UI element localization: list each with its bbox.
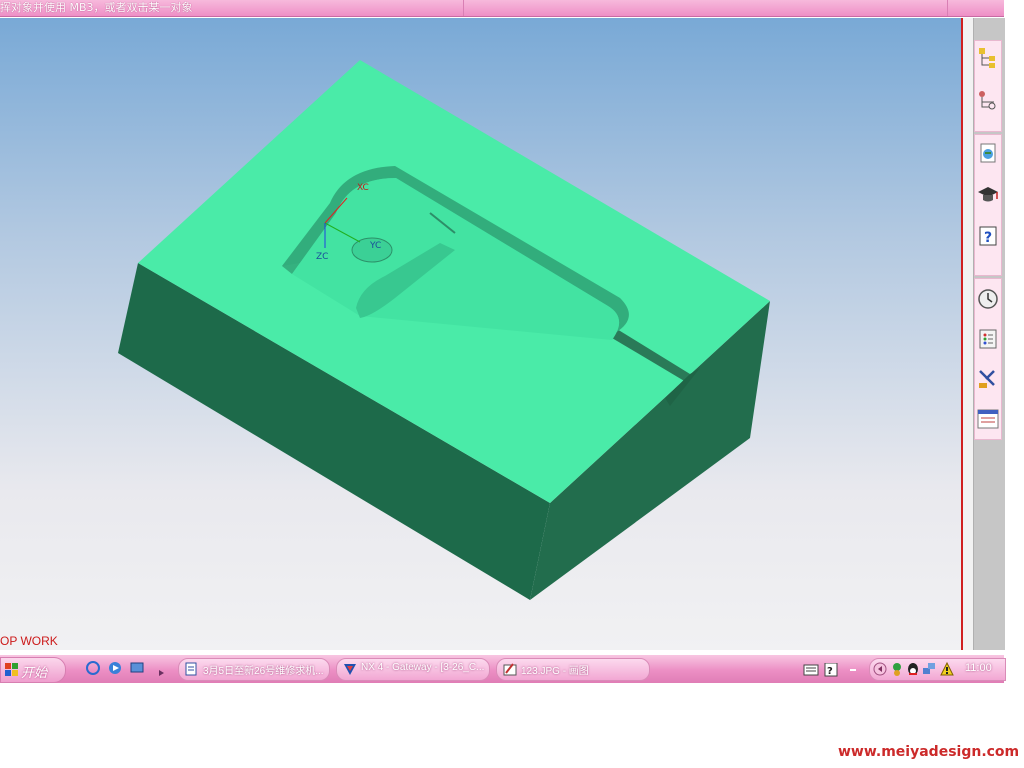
document-icon: [185, 662, 197, 681]
resource-bar: ?: [973, 18, 1005, 650]
tray-collapse-icon[interactable]: [873, 662, 887, 681]
model-view[interactable]: XC YC ZC: [0, 18, 961, 650]
history-icon[interactable]: [976, 287, 1000, 311]
warning-icon[interactable]: [940, 661, 954, 681]
ime-minimize-icon[interactable]: [850, 660, 856, 678]
ie-icon[interactable]: [86, 661, 100, 680]
task-label: NX 4 - Gateway - [3-26_C...: [361, 662, 485, 673]
qq-icon[interactable]: [906, 662, 920, 681]
reuse-library-icon[interactable]: [976, 407, 1000, 431]
wcs-zc-label: ZC: [316, 252, 328, 262]
graphics-viewport[interactable]: XC YC ZC OP WORK: [0, 18, 963, 650]
resource-bar-gutter: [963, 18, 973, 650]
messenger-icon[interactable]: [890, 662, 904, 681]
show-desktop-icon[interactable]: [130, 661, 144, 680]
help-icon[interactable]: ?: [976, 225, 1000, 249]
cue-line-text: 挥对象并使用 MB3，或者双击某一对象: [0, 1, 193, 14]
clock[interactable]: 11:00: [965, 662, 992, 674]
start-button[interactable]: 开始: [0, 657, 66, 683]
system-tray: 11:00: [869, 658, 1006, 681]
task-button-nx[interactable]: NX 4 - Gateway - [3-26_C...: [336, 658, 490, 681]
resource-group-navigators: [974, 40, 1002, 132]
task-label: 3月5日至新26号维修求机...: [203, 666, 324, 677]
web-browser-icon[interactable]: [976, 141, 1000, 165]
resource-group-tools: [974, 278, 1002, 440]
svg-text:?: ?: [984, 230, 992, 246]
wcs-xc-label: XC: [357, 183, 369, 193]
quicklaunch-expand-icon[interactable]: [158, 664, 166, 682]
svg-text:?: ?: [827, 666, 833, 677]
windows-taskbar: 开始 3月5日至新26号维修求机... NX 4 - Gateway - [3-…: [0, 654, 1006, 683]
resource-group-web: ?: [974, 134, 1002, 276]
network-icon[interactable]: [922, 662, 936, 681]
task-button-document[interactable]: 3月5日至新26号维修求机...: [178, 658, 330, 681]
task-label: 123.JPG - 画图: [521, 666, 589, 677]
work-layer-status: OP WORK: [0, 634, 58, 648]
nx-icon: [343, 662, 357, 681]
windows-logo-icon: [5, 663, 19, 682]
roles-icon[interactable]: [976, 367, 1000, 391]
training-icon[interactable]: [976, 183, 1000, 207]
system-materials-icon[interactable]: [976, 327, 1000, 351]
keyboard-icon[interactable]: [803, 663, 819, 681]
ime-help-icon[interactable]: ?: [824, 662, 838, 682]
paint-icon: [503, 662, 517, 681]
watermark: www.meiyadesign.com: [838, 744, 1020, 760]
assembly-navigator-icon[interactable]: [976, 45, 1000, 69]
start-label: 开始: [21, 665, 48, 680]
wcs-yc-label: YC: [369, 241, 381, 251]
part-navigator-icon[interactable]: [976, 89, 1000, 113]
media-player-icon[interactable]: [108, 661, 122, 680]
task-button-paint[interactable]: 123.JPG - 画图: [496, 658, 650, 681]
cue-line-bar: 挥对象并使用 MB3，或者双击某一对象: [0, 0, 1004, 17]
